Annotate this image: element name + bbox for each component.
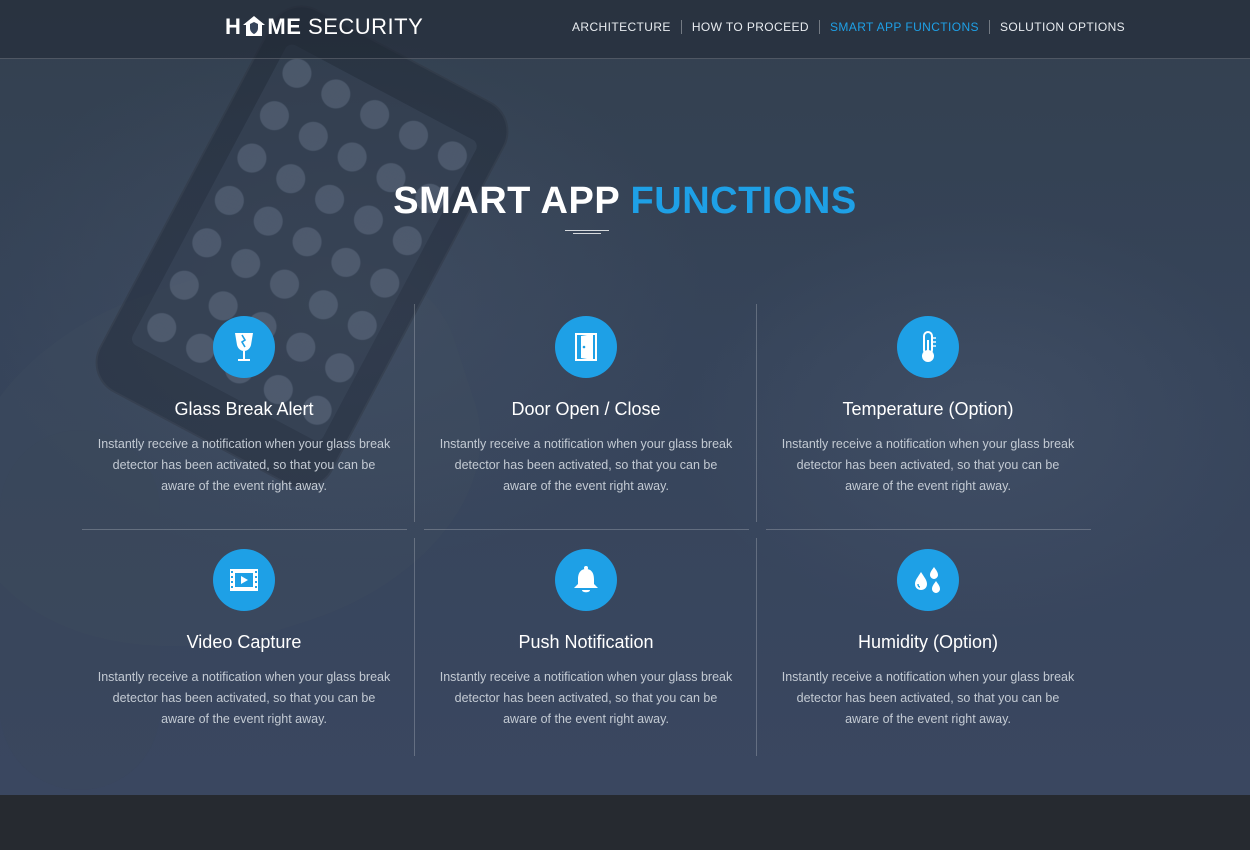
grid-divider	[766, 529, 1091, 530]
feature-title: Door Open / Close	[511, 399, 661, 419]
humidity-icon	[897, 549, 959, 611]
nav-architecture[interactable]: ARCHITECTURE	[562, 20, 681, 34]
feature-description: Instantly receive a notification when yo…	[97, 670, 391, 726]
glass-break-icon	[213, 316, 275, 378]
section-title: SMART APP FUNCTIONS	[0, 180, 1250, 223]
feature-title: Glass Break Alert	[174, 399, 314, 419]
section-title-white: SMART APP	[393, 180, 620, 222]
footer-bar	[0, 795, 1250, 850]
feature-description: Instantly receive a notification when yo…	[439, 437, 733, 493]
door-icon	[555, 316, 617, 378]
feature-description: Instantly receive a notification when yo…	[781, 437, 1075, 493]
feature-title: Temperature (Option)	[842, 399, 1014, 419]
grid-divider	[82, 529, 407, 530]
nav-how-to-proceed[interactable]: HOW TO PROCEED	[682, 20, 819, 34]
feature-door: Door Open / Close Instantly receive a no…	[415, 316, 757, 497]
site-logo[interactable]: H ME SECURITY	[225, 14, 423, 42]
title-underline	[565, 230, 609, 234]
main-nav: ARCHITECTURE HOW TO PROCEED SMART APP FU…	[562, 20, 1135, 34]
section-title-highlight: FUNCTIONS	[630, 180, 857, 222]
feature-description: Instantly receive a notification when yo…	[97, 437, 391, 493]
top-navigation-bar: H ME SECURITY ARCHITECTURE HOW TO PROCEE…	[0, 0, 1250, 59]
feature-glass-break: Glass Break Alert Instantly receive a no…	[73, 316, 415, 497]
hero-section: H ME SECURITY ARCHITECTURE HOW TO PROCEE…	[0, 0, 1250, 795]
video-icon	[213, 549, 275, 611]
feature-push-notification: Push Notification Instantly receive a no…	[415, 549, 757, 730]
nav-solution-options[interactable]: SOLUTION OPTIONS	[990, 20, 1135, 34]
house-shield-icon	[243, 16, 266, 36]
feature-title: Push Notification	[518, 632, 654, 652]
feature-video-capture: Video Capture Instantly receive a notifi…	[73, 549, 415, 730]
feature-description: Instantly receive a notification when yo…	[439, 670, 733, 726]
thermometer-icon	[897, 316, 959, 378]
bell-icon	[555, 549, 617, 611]
nav-smart-app-functions[interactable]: SMART APP FUNCTIONS	[820, 20, 989, 34]
feature-description: Instantly receive a notification when yo…	[781, 670, 1075, 726]
feature-humidity: Humidity (Option) Instantly receive a no…	[757, 549, 1099, 730]
feature-temperature: Temperature (Option) Instantly receive a…	[757, 316, 1099, 497]
feature-title: Video Capture	[186, 632, 302, 652]
grid-divider	[424, 529, 749, 530]
feature-title: Humidity (Option)	[857, 632, 999, 652]
